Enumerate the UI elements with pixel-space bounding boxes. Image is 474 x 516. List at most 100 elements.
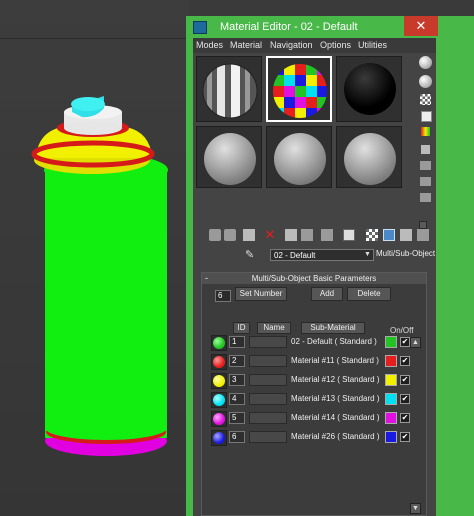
title-bar[interactable]: Material Editor - 02 - Default ✕ [186,16,474,38]
submaterial-button[interactable]: Material #12 ( Standard ) [291,374,383,386]
unique-icon[interactable] [301,229,313,241]
id-field[interactable]: 1 [229,336,245,348]
id-field[interactable]: 3 [229,374,245,386]
sample-slot-2-selected[interactable] [266,56,332,122]
striped-sphere-preview [202,63,258,119]
menu-modes[interactable]: Modes [196,40,223,50]
collapse-icon[interactable]: - [205,273,208,284]
sample-uv-icon[interactable] [421,111,432,122]
navigation-icon[interactable] [400,229,412,241]
menu-material[interactable]: Material [230,40,262,50]
viewport[interactable] [0,0,190,516]
gray-sphere-preview [344,133,396,185]
on-checkbox[interactable]: ✔ [400,356,410,366]
get-material-icon[interactable] [209,229,221,241]
background-checker-icon[interactable] [420,94,431,105]
editor-panel: ✕ ✎ 02 - Default ▼ Multi/Sub-Object - Mu… [193,53,436,516]
black-sphere-preview [344,63,396,115]
gray-sphere-preview [204,133,256,185]
submaterial-button[interactable]: Material #11 ( Standard ) [291,355,383,367]
side-toolbar [417,53,436,233]
delete-button[interactable]: Delete [347,287,391,301]
menu-navigation[interactable]: Navigation [270,40,313,50]
material-count-field[interactable]: 6 [215,290,231,302]
reset-icon[interactable]: ✕ [264,228,276,241]
backlight-icon[interactable] [419,75,432,88]
submaterial-button[interactable]: Material #13 ( Standard ) [291,393,383,405]
on-checkbox[interactable]: ✔ [400,413,410,423]
scroll-down-small[interactable] [419,221,427,229]
show-shaded-icon[interactable] [366,229,378,241]
copy-icon[interactable] [285,229,297,241]
id-field[interactable]: 5 [229,412,245,424]
name-field[interactable] [249,431,287,443]
submaterial-button[interactable]: Material #14 ( Standard ) [291,412,383,424]
material-swatch-icon[interactable] [211,373,227,389]
table-row: 3 Material #12 ( Standard ) ✔ [207,371,425,390]
name-field[interactable] [249,374,287,386]
video-check-icon[interactable] [421,127,430,136]
material-swatch-icon[interactable] [211,411,227,427]
submaterial-button[interactable]: 02 - Default ( Standard ) [291,336,383,348]
color-swatch[interactable] [385,336,397,348]
rollout-title-text: Multi/Sub-Object Basic Parameters [251,274,377,283]
list-scroll-down[interactable]: ▼ [410,503,421,514]
put-to-scene-icon[interactable] [224,229,236,241]
sibling-icon[interactable] [417,229,429,241]
material-editor-window: Material Editor - 02 - Default ✕ Modes M… [186,16,474,516]
material-name-field[interactable]: 02 - Default [270,249,374,261]
set-number-button[interactable]: Set Number [235,287,287,301]
rollout-title[interactable]: - Multi/Sub-Object Basic Parameters [202,273,426,284]
material-editor-app-icon [193,21,207,34]
assign-icon[interactable] [243,229,255,241]
color-swatch[interactable] [385,355,397,367]
on-checkbox[interactable]: ✔ [400,375,410,385]
table-row: 4 Material #13 ( Standard ) ✔ [207,390,425,409]
material-swatch-icon[interactable] [211,335,227,351]
color-swatch[interactable] [385,374,397,386]
name-field[interactable] [249,336,287,348]
list-scroll-up[interactable]: ▲ [410,337,421,348]
sample-slot-6[interactable] [336,126,402,188]
table-row: 5 Material #14 ( Standard ) ✔ [207,409,425,428]
sample-slot-1[interactable] [196,56,262,122]
put-to-library-icon[interactable] [321,229,333,241]
menu-options[interactable]: Options [320,40,351,50]
go-parent-icon[interactable] [420,193,431,202]
sample-slot-3[interactable] [336,56,402,122]
eyedropper-icon[interactable]: ✎ [245,249,257,261]
name-field[interactable] [249,393,287,405]
color-swatch[interactable] [385,431,397,443]
sample-slot-4[interactable] [196,126,262,188]
color-swatch[interactable] [385,412,397,424]
material-id-icon[interactable] [420,177,431,186]
submaterial-button[interactable]: Material #26 ( Standard ) [291,431,383,443]
sample-slot-5[interactable] [266,126,332,188]
sphere-icon[interactable] [419,56,432,69]
name-field[interactable] [249,355,287,367]
color-swatch[interactable] [385,393,397,405]
material-swatch-icon[interactable] [211,392,227,408]
id-field[interactable]: 2 [229,355,245,367]
options-icon[interactable] [421,145,430,154]
add-button[interactable]: Add [311,287,343,301]
close-button[interactable]: ✕ [404,16,438,36]
on-checkbox[interactable]: ✔ [400,337,410,347]
material-swatch-icon[interactable] [211,354,227,370]
menu-bar: Modes Material Navigation Options Utilit… [193,38,436,53]
id-field[interactable]: 6 [229,431,245,443]
show-map-icon[interactable] [343,229,355,241]
on-checkbox[interactable]: ✔ [400,432,410,442]
chevron-down-icon[interactable]: ▼ [364,251,371,258]
material-swatch-icon[interactable] [211,430,227,446]
checker-sphere-preview [273,64,327,118]
id-field[interactable]: 4 [229,393,245,405]
show-end-result-icon[interactable] [383,229,395,241]
on-checkbox[interactable]: ✔ [400,394,410,404]
name-field[interactable] [249,412,287,424]
menu-utilities[interactable]: Utilities [358,40,387,50]
table-row: 1 02 - Default ( Standard ) ✔ [207,333,425,352]
table-row: 6 Material #26 ( Standard ) ✔ [207,428,425,447]
select-by-material-icon[interactable] [420,161,431,170]
material-type-button[interactable]: Multi/Sub-Object [376,249,435,258]
